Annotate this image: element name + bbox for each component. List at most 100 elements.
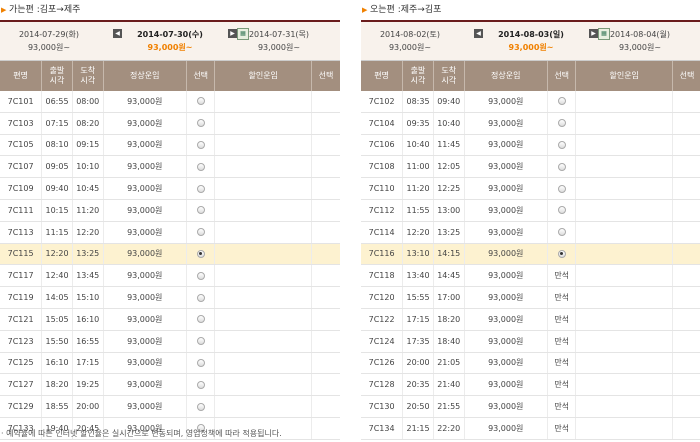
arrival-time: 13:00 [433,199,465,222]
discount-fare [214,91,312,113]
fare-radio-button[interactable] [196,162,205,171]
normal-fare: 93,000원 [464,91,548,113]
sold-out-label: 만석 [547,264,577,288]
discount-fare [214,134,312,157]
arrival-time: 12:05 [433,155,465,179]
discount-select-cell [672,286,700,309]
normal-fare: 93,000원 [464,199,548,222]
fare-radio-button[interactable] [196,271,205,280]
right-date-prev[interactable]: 2014-08-02(토) 93,000원~ [355,28,465,54]
prev-date-icon[interactable]: ◀ [474,29,483,38]
fare-radio-button[interactable] [196,228,205,237]
arrival-time: 21:40 [433,373,465,397]
sold-out-label: 만석 [547,308,577,331]
arrival-time: 12:20 [72,221,104,244]
arrival-time: 21:05 [433,352,465,375]
fare-select-cell [186,243,216,266]
discount-select-cell [311,91,340,113]
left-date-next[interactable]: 2014-07-31(목) 93,000원~ [224,28,334,54]
discount-fare [575,417,673,440]
fare-radio-button[interactable] [557,249,566,258]
fare-radio-button[interactable] [557,162,566,171]
flight-number: 7C102 [361,91,404,113]
arrival-time: 13:45 [72,264,104,288]
departure-time: 13:40 [402,264,434,288]
date-label: 2014-07-29(화) [18,30,80,39]
departure-time: 08:10 [41,134,73,157]
fare-radio-button[interactable] [196,119,205,128]
left-date-prev[interactable]: 2014-07-29(화) 93,000원~ [0,28,104,54]
flight-number: 7C110 [361,177,404,200]
fare-radio-button[interactable] [196,358,205,367]
fare-radio-button[interactable] [557,119,566,128]
flight-number: 7C125 [0,352,43,375]
fare-radio-button[interactable] [196,140,205,149]
fare-radio-button[interactable] [196,380,205,389]
right-date-current: ◀ ▶ ▦ 2014-08-03(일) 93,000원~ [474,28,610,54]
normal-fare: 93,000원 [464,243,548,266]
date-label: 2014-08-02(토) [379,30,441,39]
discount-select-cell [672,221,700,244]
flight-row: 7C128 20:35 21:40 93,000원 만석 [361,373,700,397]
fare-radio-button[interactable] [557,228,566,237]
fare-radio-button[interactable] [196,184,205,193]
fare-select-cell [186,199,216,222]
fare-radio-button[interactable] [196,97,205,106]
sold-out-label: 만석 [547,417,577,440]
discount-select-cell [311,243,340,266]
normal-fare: 93,000원 [103,352,187,375]
right-route-title: 오는편 :제주→김포 [370,5,442,15]
fare-radio-button[interactable] [557,140,566,149]
discount-fare [214,112,312,135]
fare-select-cell [186,395,216,418]
right-date-next[interactable]: 2014-08-04(월) 93,000원~ [585,28,695,54]
fare-radio-button[interactable] [557,97,566,106]
fare-radio-button[interactable] [196,249,205,258]
fare-radio-button[interactable] [196,402,205,411]
fare-radio-button[interactable] [196,206,205,215]
departure-time: 13:10 [402,243,434,266]
right-date-selector: 2014-08-02(토) 93,000원~ ◀ ▶ ▦ 2014-08-03(일) 93,… [361,20,700,61]
flight-row: 7C111 10:15 11:20 93,000원 [0,199,340,222]
fare-select-cell [547,155,577,179]
flight-row: 7C118 13:40 14:45 93,000원 만석 [361,264,700,288]
fare-select-cell [186,134,216,157]
departure-time: 08:35 [402,91,434,113]
discount-select-cell [672,308,700,331]
date-price: 93,000원~ [508,43,554,52]
normal-fare: 93,000원 [464,395,548,418]
departure-time: 11:20 [402,177,434,200]
flight-number: 7C103 [0,112,43,135]
fare-radio-button[interactable] [196,293,205,302]
flight-number: 7C121 [0,308,43,331]
normal-fare: 93,000원 [103,134,187,157]
discount-select-cell [311,395,340,418]
fare-radio-button[interactable] [557,206,566,215]
fare-select-cell [186,373,216,397]
departure-time: 15:50 [41,330,73,353]
arrival-time: 21:55 [433,395,465,418]
outbound-panel: ▶ 가는편 :김포→제주 2014-07-29(화) 93,000원~ ◀ ▶ ▦ 2014-… [0,0,340,440]
normal-fare: 93,000원 [464,177,548,200]
flight-number: 7C120 [361,286,404,309]
flight-row: 7C129 18:55 20:00 93,000원 [0,395,340,418]
prev-date-icon[interactable]: ◀ [113,29,122,38]
fare-select-cell [186,91,216,113]
arrival-time: 08:00 [72,91,104,113]
normal-fare: 93,000원 [103,155,187,179]
sold-out-label: 만석 [547,330,577,353]
departure-time: 06:55 [41,91,73,113]
flight-row: 7C102 08:35 09:40 93,000원 [361,91,700,113]
fare-radio-button[interactable] [557,184,566,193]
departure-time: 10:40 [402,134,434,157]
fare-radio-button[interactable] [196,337,205,346]
arrival-time: 10:45 [72,177,104,200]
flight-row: 7C134 21:15 22:20 93,000원 만석 [361,417,700,440]
fare-radio-button[interactable] [196,315,205,324]
normal-fare: 93,000원 [464,373,548,397]
discount-select-cell [311,221,340,244]
arrival-time: 19:25 [72,373,104,397]
normal-fare: 93,000원 [464,330,548,353]
normal-fare: 93,000원 [103,112,187,135]
discount-select-cell [672,373,700,397]
